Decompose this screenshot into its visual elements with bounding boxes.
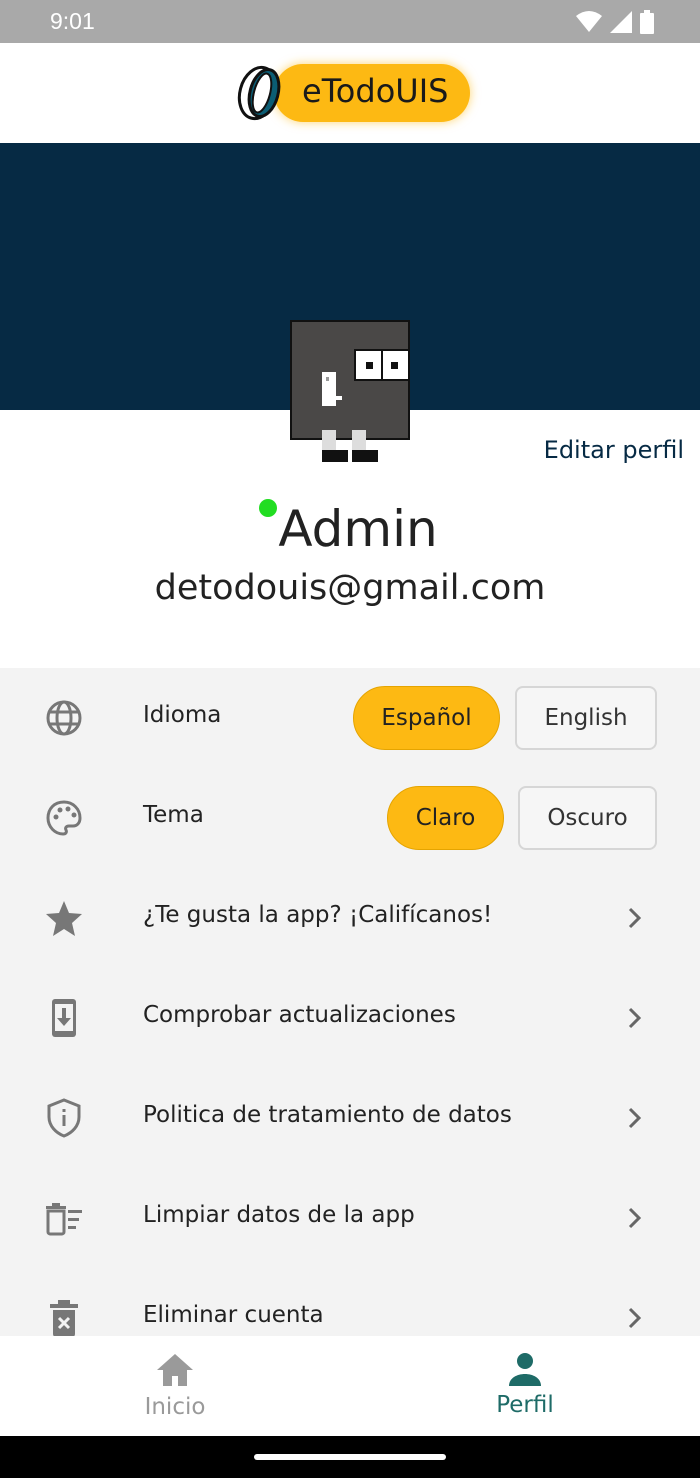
delete-sweep-icon (46, 1203, 82, 1236)
theme-row: Tema Claro Oscuro (0, 768, 700, 868)
battery-icon (640, 10, 654, 34)
logo-ring-icon (237, 65, 281, 121)
home-icon (157, 1354, 193, 1386)
user-name: Admin (278, 500, 438, 558)
clear-data-row[interactable]: Limpiar datos de la app (0, 1168, 700, 1268)
privacy-policy-label: Politica de tratamiento de datos (143, 1102, 512, 1128)
language-option-english[interactable]: English (515, 686, 657, 750)
chevron-right-icon (628, 1307, 642, 1329)
nav-item-inicio[interactable]: Inicio (0, 1336, 350, 1436)
nav-item-perfil[interactable]: Perfil (350, 1336, 700, 1436)
delete-account-label: Eliminar cuenta (143, 1302, 324, 1328)
phone-download-icon (52, 999, 76, 1037)
rate-app-row[interactable]: ¿Te gusta la app? ¡Califícanos! (0, 868, 700, 968)
wifi-icon (576, 11, 602, 32)
delete-forever-icon (50, 1300, 78, 1336)
rate-app-label: ¿Te gusta la app? ¡Califícanos! (143, 902, 493, 928)
clear-data-label: Limpiar datos de la app (143, 1202, 415, 1228)
signal-icon (610, 11, 632, 33)
delete-account-row[interactable]: Eliminar cuenta (0, 1268, 700, 1336)
status-bar: 9:01 (0, 0, 700, 43)
user-email: detodouis@gmail.com (154, 568, 546, 608)
nav-label-perfil: Perfil (496, 1392, 554, 1418)
theme-option-oscuro[interactable]: Oscuro (518, 786, 657, 850)
chevron-right-icon (628, 1207, 642, 1229)
avatar[interactable] (290, 320, 412, 465)
gesture-handle[interactable] (254, 1454, 446, 1460)
privacy-policy-row[interactable]: Politica de tratamiento de datos (0, 1068, 700, 1168)
language-label: Idioma (143, 702, 222, 728)
edit-profile-button[interactable]: Editar perfil (544, 436, 684, 464)
language-row: Idioma Español English (0, 668, 700, 768)
settings-list: Idioma Español English Tema Claro Oscuro… (0, 668, 700, 1336)
check-updates-row[interactable]: Comprobar actualizaciones (0, 968, 700, 1068)
globe-icon (46, 700, 82, 736)
theme-label: Tema (143, 802, 204, 828)
chevron-right-icon (628, 1107, 642, 1129)
chevron-right-icon (628, 907, 642, 929)
star-icon (46, 901, 82, 936)
status-icons (576, 10, 654, 34)
person-icon (509, 1353, 541, 1386)
status-time: 9:01 (50, 8, 95, 34)
app-logo: eTodoUIS (236, 62, 476, 124)
palette-icon (46, 800, 82, 836)
language-option-espanol[interactable]: Español (353, 686, 500, 750)
app-header: eTodoUIS (0, 43, 700, 142)
bottom-nav: Inicio Perfil (0, 1336, 700, 1436)
check-updates-label: Comprobar actualizaciones (143, 1002, 456, 1028)
system-gesture-area (0, 1436, 700, 1478)
theme-option-claro[interactable]: Claro (387, 786, 504, 850)
chevron-right-icon (628, 1007, 642, 1029)
shield-info-icon (47, 1098, 81, 1138)
nav-label-inicio: Inicio (144, 1394, 206, 1420)
logo-text: eTodoUIS (302, 72, 449, 110)
